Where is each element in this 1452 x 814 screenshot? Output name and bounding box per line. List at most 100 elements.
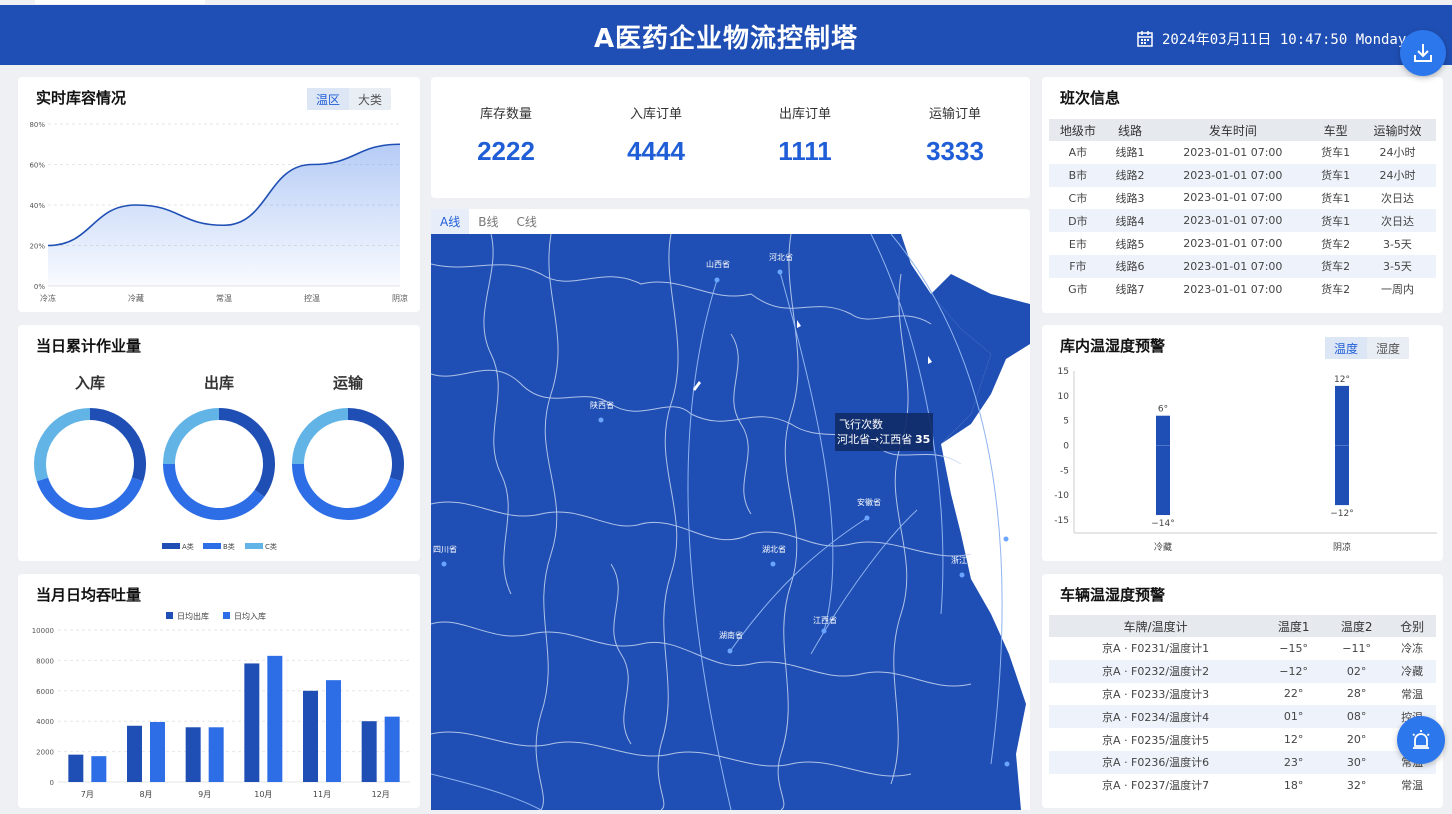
- legend-label: 日均入库: [234, 611, 266, 621]
- table-cell: 线路2: [1106, 163, 1154, 187]
- map-province-label: 浙江省: [951, 555, 975, 565]
- kpi-inbound-orders: 入库订单 4444: [581, 103, 731, 167]
- tab-line-c[interactable]: C线: [507, 209, 545, 234]
- y-tick-label: 80%: [29, 121, 45, 129]
- tab-line-a[interactable]: A线: [431, 209, 470, 234]
- table-cell: 线路3: [1115, 191, 1145, 205]
- table-cell: B市: [1049, 163, 1107, 187]
- map-province-label: 湖北省: [762, 544, 786, 554]
- table-cell: 货车2: [1321, 237, 1351, 251]
- shift-row[interactable]: E市 线路5 2023-01-01 07:00 货车2 3-5天: [1049, 232, 1436, 255]
- table-cell: 京A · F0236/温度计6: [1049, 750, 1263, 774]
- table-cell: 08°: [1325, 705, 1389, 729]
- route-map[interactable]: 山西省 河北省 陕西省 安徽省 四川省 湖北省 浙江省 江西省 湖南省 飞行次数…: [431, 234, 1030, 810]
- table-cell: −12°: [1262, 659, 1326, 683]
- table-cell: 货车1: [1312, 209, 1359, 233]
- table-cell: 线路7: [1115, 283, 1145, 297]
- alarm-button[interactable]: [1397, 716, 1445, 764]
- y-tick-label: 0: [1063, 442, 1069, 452]
- vehicle-row[interactable]: 京A · F0233/温度计3 22° 28° 常温: [1049, 683, 1436, 706]
- x-tick-label: 阴凉: [392, 293, 408, 303]
- x-tick-label: 阴凉: [1333, 541, 1351, 553]
- table-cell: 京A · F0233/温度计3: [1102, 687, 1210, 701]
- table-cell: 线路4: [1106, 209, 1154, 233]
- shift-row[interactable]: D市 线路4 2023-01-01 07:00 货车1 次日达: [1049, 209, 1436, 233]
- table-cell: E市: [1068, 237, 1087, 251]
- legend-label: A类: [182, 542, 194, 551]
- table-cell: 3-5天: [1382, 237, 1412, 251]
- shift-row[interactable]: A市 线路1 2023-01-01 07:00 货车1 24小时: [1049, 141, 1436, 164]
- table-cell: 22°: [1283, 687, 1304, 701]
- bar: [244, 663, 260, 782]
- donut-segment: [218, 408, 275, 497]
- table-cell: 02°: [1325, 659, 1389, 683]
- bar: [326, 680, 341, 782]
- x-tick-label: 7月: [81, 790, 94, 799]
- table-cell: 京A · F0235/温度计5: [1102, 733, 1210, 747]
- shift-row[interactable]: B市 线路2 2023-01-01 07:00 货车1 24小时: [1049, 163, 1436, 187]
- table-cell: −11°: [1342, 641, 1372, 655]
- vehicle-temp-panel: 车辆温湿度预警 车牌/温度计 温度1 温度2 仓别 京A · F0231/温度计…: [1042, 574, 1443, 808]
- shift-row[interactable]: G市 线路7 2023-01-01 07:00 货车2 一周内: [1049, 278, 1436, 301]
- y-tick-label: 5: [1063, 417, 1069, 427]
- vehicle-row[interactable]: 京A · F0232/温度计2 −12° 02° 冷藏: [1049, 659, 1436, 683]
- tab-line-b[interactable]: B线: [469, 209, 507, 234]
- donut-segment: [347, 408, 404, 482]
- x-tick-label: 10月: [254, 790, 272, 799]
- y-tick-label: 40%: [29, 202, 45, 210]
- bar: [150, 721, 165, 782]
- throughput-bar-chart: 0 2000 4000 6000 8000 10000 7月 8月 9月 10月 11月 12月 日均出…: [32, 611, 410, 799]
- table-cell: 常温: [1401, 779, 1424, 793]
- table-cell: 2023-01-01 07:00: [1153, 163, 1313, 187]
- map-province-label: 山西省: [706, 259, 730, 269]
- donut-segment: [36, 477, 144, 520]
- bar: [267, 655, 283, 782]
- vehicle-row[interactable]: 京A · F0235/温度计512°20°阴: [1049, 728, 1436, 751]
- header-bar: A医药企业物流控制塔 2024年03月11日 10:47:50 Monday: [0, 5, 1452, 65]
- table-cell: 京A · F0231/温度计1: [1102, 642, 1210, 656]
- x-tick-label: 8月: [139, 790, 152, 799]
- min-label: −12°: [1330, 509, 1354, 519]
- kpi-inventory: 库存数量 2222: [431, 103, 581, 167]
- y-tick-label: 6000: [36, 688, 54, 696]
- table-cell: 30°: [1325, 750, 1389, 774]
- y-tick-label: 0: [50, 779, 54, 787]
- bar: [91, 756, 107, 782]
- table-cell: 京A · F0237/温度计7: [1102, 779, 1210, 793]
- max-label: 6°: [1158, 405, 1168, 415]
- workload-panel: 当日累计作业量 入库 出库 运输 A类 B类 C类: [18, 325, 420, 561]
- kpi-label: 入库订单: [629, 107, 682, 122]
- vehicle-row[interactable]: 京A · F0231/温度计1 −15° −11° 冷冻: [1049, 637, 1436, 660]
- bar: [361, 721, 377, 782]
- shift-row[interactable]: F市 线路6 2023-01-01 07:00 货车2 3-5天: [1049, 254, 1436, 278]
- vehicle-row[interactable]: 京A · F0234/温度计401°08°控温: [1049, 705, 1436, 729]
- vehicle-row[interactable]: 京A · F0237/温度计7 18° 32° 常温: [1049, 774, 1436, 797]
- table-cell: 20°: [1346, 733, 1367, 747]
- table-cell: 线路1: [1115, 146, 1145, 160]
- x-tick-label: 11月: [313, 790, 331, 799]
- y-tick-label: 20%: [29, 243, 45, 251]
- table-cell: 线路6: [1106, 254, 1154, 278]
- col-transit-time: 运输时效: [1358, 119, 1436, 141]
- col-city: 地级市: [1049, 119, 1107, 141]
- legend-swatch: [203, 543, 221, 549]
- donut-segment: [163, 463, 265, 520]
- download-button[interactable]: [1400, 30, 1446, 76]
- map-tabs: A线 B线 C线: [431, 209, 546, 234]
- map-province-label: 江西省: [813, 615, 837, 625]
- warehouse-temp-chart: 15 10 5 0 -5 -10 -15 6° −14° 冷藏 12° −12° 阴凉: [1054, 367, 1437, 553]
- legend-swatch: [166, 612, 173, 619]
- table-cell: 一周内: [1380, 283, 1414, 297]
- y-tick-label: -10: [1054, 491, 1069, 501]
- alarm-icon: [1412, 730, 1430, 749]
- y-tick-label: -15: [1054, 516, 1069, 526]
- vehicle-row[interactable]: 京A · F0236/温度计6 23° 30° 常温: [1049, 750, 1436, 774]
- table-cell: 2023-01-01 07:00: [1183, 145, 1283, 159]
- table-cell: 12°: [1283, 733, 1304, 747]
- kpi-panel: 库存数量 2222 入库订单 4444 出库订单 1111 运输订单 3333: [431, 77, 1030, 198]
- inventory-area-fill: [48, 144, 400, 286]
- col-warehouse-type: 仓别: [1388, 615, 1436, 637]
- header-tab-indicator: [35, 0, 205, 4]
- legend-label: 日均出库: [177, 611, 209, 621]
- shift-row[interactable]: C市 线路3 2023-01-01 07:00 货车1 次日达: [1049, 187, 1436, 210]
